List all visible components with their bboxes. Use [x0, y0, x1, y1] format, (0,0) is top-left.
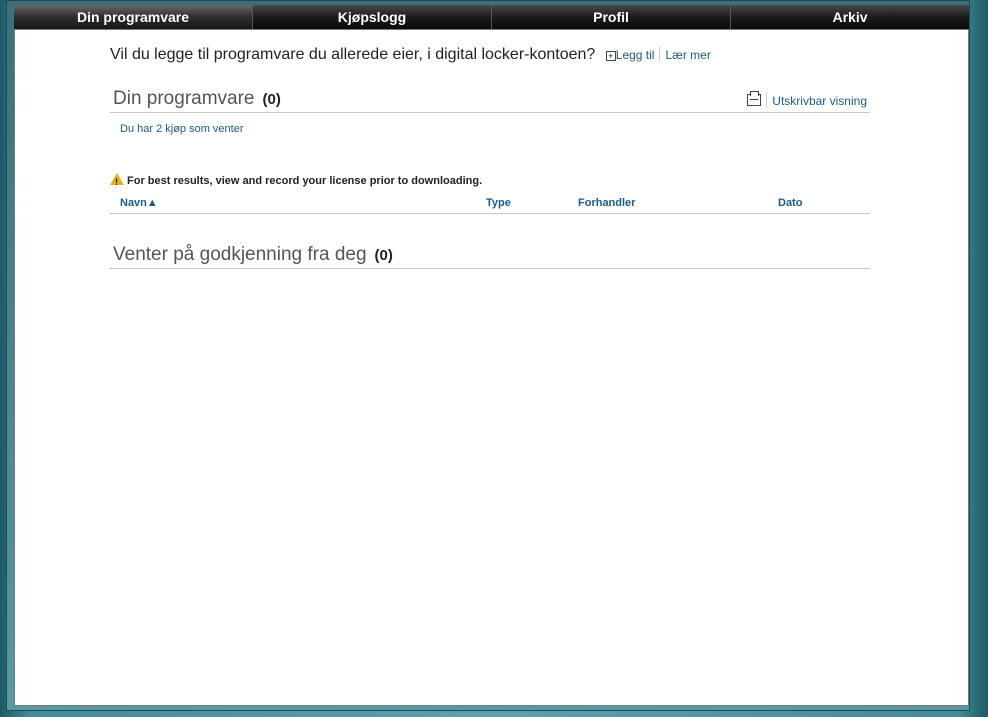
printer-icon[interactable] [747, 91, 762, 106]
print-view: Utskrivbar visning [747, 91, 867, 108]
license-warning: For best results, view and record your l… [110, 173, 870, 190]
tab-bar: Din programvare Kjøpslogg Profil Arkiv [14, 5, 969, 29]
tab-din-programvare[interactable]: Din programvare [14, 5, 253, 29]
approval-section-header: Venter på godkjenning fra deg (0) [110, 242, 870, 269]
software-count: (0) [262, 91, 281, 108]
pending-purchases-link[interactable]: Du har 2 kjøp som venter [110, 123, 870, 135]
intro-row: Vil du legge til programvare du allerede… [110, 44, 870, 66]
approval-count: (0) [374, 247, 393, 264]
print-divider [766, 93, 768, 107]
column-header-dato[interactable]: Dato [778, 197, 802, 209]
learn-more-link[interactable]: Lær mer [665, 48, 710, 62]
printable-view-link[interactable]: Utskrivbar visning [772, 94, 867, 108]
plus-icon[interactable]: + [605, 51, 616, 61]
tab-arkiv[interactable]: Arkiv [731, 5, 969, 29]
link-divider [659, 47, 661, 61]
tab-kjopslogg[interactable]: Kjøpslogg [253, 5, 492, 29]
warning-icon [110, 173, 124, 190]
software-table-header: Navn▲ Type Forhandler Dato [110, 195, 870, 214]
tab-profil[interactable]: Profil [492, 5, 731, 29]
software-section-title: Din programvare [113, 88, 255, 109]
add-software-link[interactable]: Legg til [616, 48, 655, 62]
approval-section-title: Venter på godkjenning fra deg [113, 244, 367, 265]
intro-question: Vil du legge til programvare du allerede… [110, 46, 596, 63]
column-header-navn[interactable]: Navn▲ [120, 197, 158, 209]
warning-text: For best results, view and record your l… [127, 175, 483, 187]
column-header-type[interactable]: Type [486, 197, 511, 209]
software-section-header: Din programvare (0) Utskrivbar visning [110, 86, 870, 113]
main-content: Vil du legge til programvare du allerede… [110, 44, 870, 269]
column-header-forhandler[interactable]: Forhandler [578, 197, 635, 209]
